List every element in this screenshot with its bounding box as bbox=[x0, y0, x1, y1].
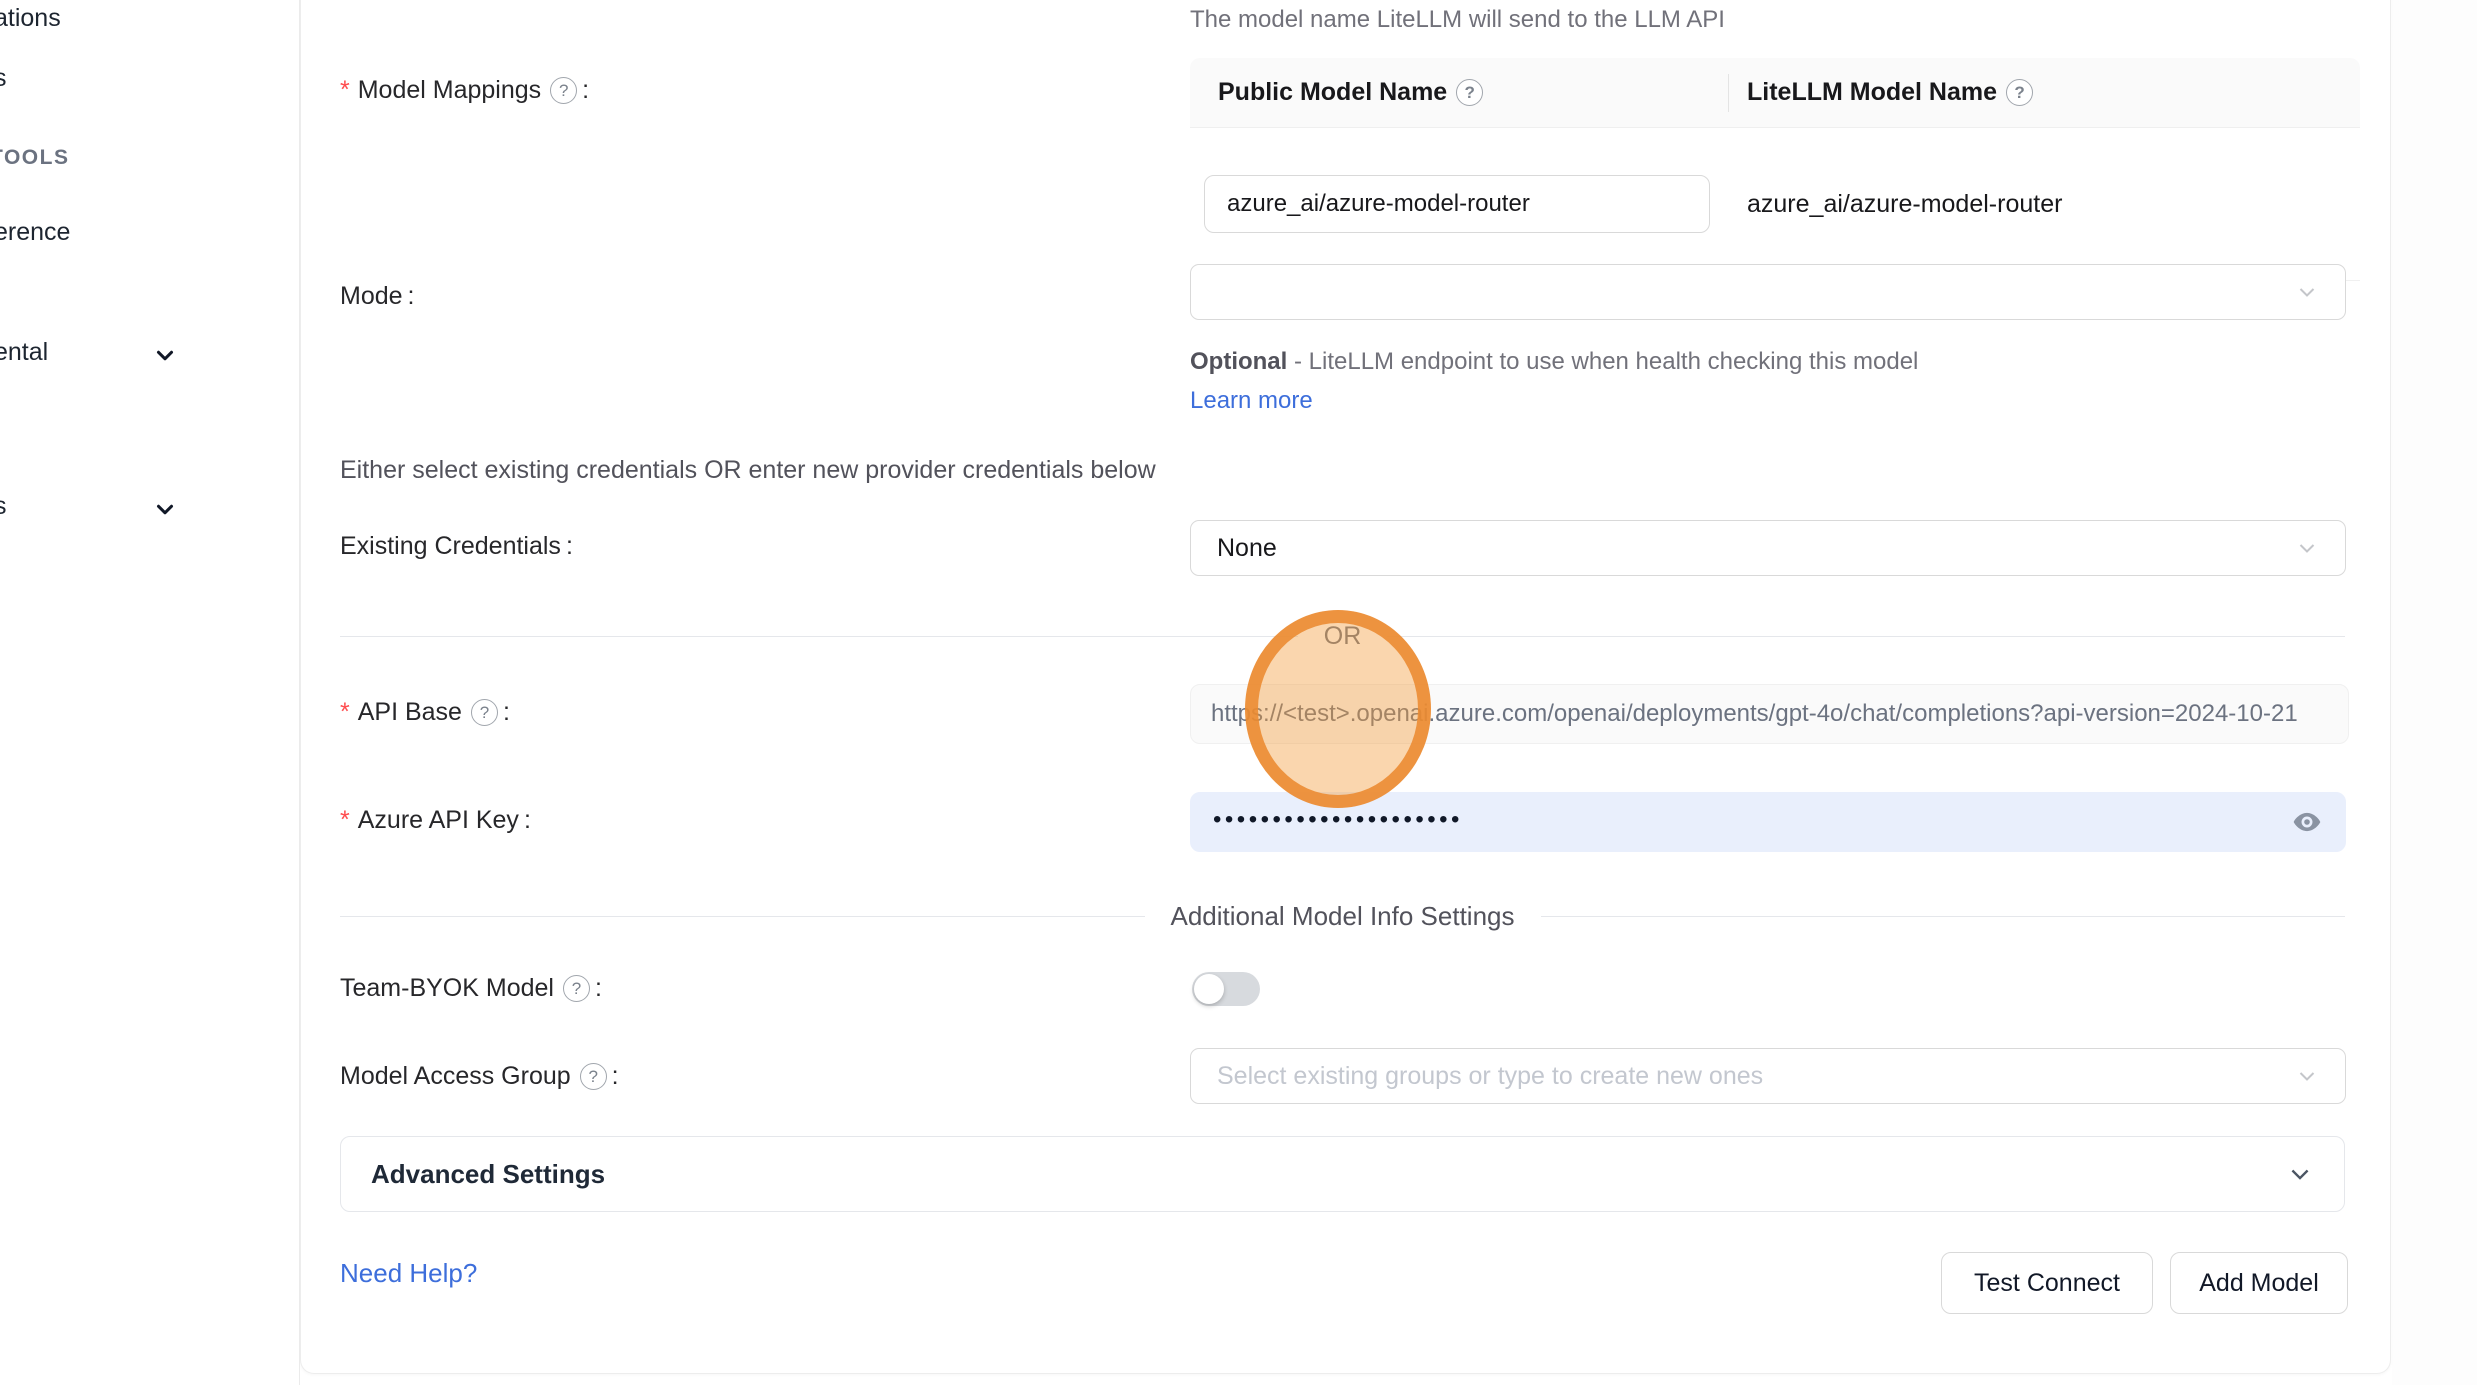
model-access-group-label: Model Access Group ? : bbox=[340, 1062, 619, 1091]
chevron-down-icon[interactable] bbox=[152, 496, 178, 522]
sidebar-item-integrations[interactable]: ations bbox=[0, 4, 61, 33]
existing-credentials-select[interactable]: None bbox=[1190, 520, 2346, 576]
mode-select[interactable] bbox=[1190, 264, 2346, 320]
need-help-link[interactable]: Need Help? bbox=[340, 1258, 477, 1289]
litellm-model-name-value: azure_ai/azure-model-router bbox=[1710, 190, 2062, 219]
public-model-name-input[interactable]: azure_ai/azure-model-router bbox=[1204, 175, 1710, 233]
help-icon[interactable]: ? bbox=[580, 1063, 607, 1090]
chevron-down-icon bbox=[2295, 1064, 2319, 1088]
or-divider: OR bbox=[340, 618, 2345, 654]
azure-api-key-input[interactable]: ••••••••••••••••••••• bbox=[1190, 792, 2346, 852]
required-asterisk: * bbox=[340, 806, 350, 835]
chevron-down-icon bbox=[2295, 536, 2319, 560]
sidebar-section-tools: TOOLS bbox=[0, 146, 69, 170]
required-asterisk: * bbox=[340, 698, 350, 727]
chevron-down-icon bbox=[2295, 280, 2319, 304]
eye-icon[interactable] bbox=[2291, 806, 2323, 838]
add-model-page: ations s TOOLS erence ental s The model … bbox=[0, 0, 2477, 1385]
model-access-group-select[interactable]: Select existing groups or type to create… bbox=[1190, 1048, 2346, 1104]
help-icon[interactable]: ? bbox=[550, 77, 577, 104]
col-litellm-model-name: LiteLLM Model Name ? bbox=[1728, 74, 2033, 112]
help-icon[interactable]: ? bbox=[2006, 79, 2033, 106]
additional-model-info-divider: Additional Model Info Settings bbox=[340, 896, 2345, 936]
model-mappings-header: Public Model Name ? LiteLLM Model Name ? bbox=[1190, 58, 2360, 128]
help-icon[interactable]: ? bbox=[1456, 79, 1483, 106]
add-model-button[interactable]: Add Model bbox=[2170, 1252, 2348, 1314]
team-byok-toggle[interactable] bbox=[1192, 972, 1260, 1006]
test-connect-button[interactable]: Test Connect bbox=[1941, 1252, 2153, 1314]
sidebar-item-experimental[interactable]: ental bbox=[0, 338, 48, 367]
sidebar-item-models[interactable]: s bbox=[0, 64, 7, 93]
model-mappings-label: * Model Mappings ? : bbox=[340, 76, 589, 105]
sidebar-item-reference[interactable]: erence bbox=[0, 218, 70, 247]
team-byok-label: Team-BYOK Model ? : bbox=[340, 974, 602, 1003]
litellm-model-helper-text: The model name LiteLLM will send to the … bbox=[1190, 6, 1725, 34]
sidebar: ations s TOOLS erence ental s bbox=[0, 0, 300, 1385]
credentials-instruction-text: Either select existing credentials OR en… bbox=[340, 456, 1156, 485]
chevron-down-icon[interactable] bbox=[152, 342, 178, 368]
masked-api-key: ••••••••••••••••••••• bbox=[1213, 806, 1463, 834]
model-mappings-row: azure_ai/azure-model-router azure_ai/azu… bbox=[1190, 128, 2360, 280]
mode-helper-text: Optional - LiteLLM endpoint to use when … bbox=[1190, 342, 1980, 420]
required-asterisk: * bbox=[340, 76, 350, 105]
toggle-knob bbox=[1194, 974, 1224, 1004]
azure-api-key-label: * Azure API Key : bbox=[340, 806, 531, 835]
advanced-settings-title: Advanced Settings bbox=[371, 1159, 605, 1190]
model-mappings-table: Public Model Name ? LiteLLM Model Name ?… bbox=[1190, 58, 2360, 281]
help-icon[interactable]: ? bbox=[563, 975, 590, 1002]
advanced-settings-panel[interactable]: Advanced Settings bbox=[340, 1136, 2345, 1212]
existing-credentials-label: Existing Credentials : bbox=[340, 532, 573, 561]
col-public-model-name: Public Model Name ? bbox=[1190, 78, 1728, 107]
chevron-down-icon bbox=[2286, 1160, 2314, 1188]
sidebar-item-settings[interactable]: s bbox=[0, 492, 7, 521]
api-base-input[interactable]: https://<test>.openai.azure.com/openai/d… bbox=[1190, 684, 2349, 744]
right-gutter bbox=[2392, 0, 2477, 1385]
mode-label: Mode : bbox=[340, 282, 415, 311]
help-icon[interactable]: ? bbox=[471, 699, 498, 726]
api-base-label: * API Base ? : bbox=[340, 698, 510, 727]
learn-more-link[interactable]: Learn more bbox=[1190, 387, 1313, 414]
